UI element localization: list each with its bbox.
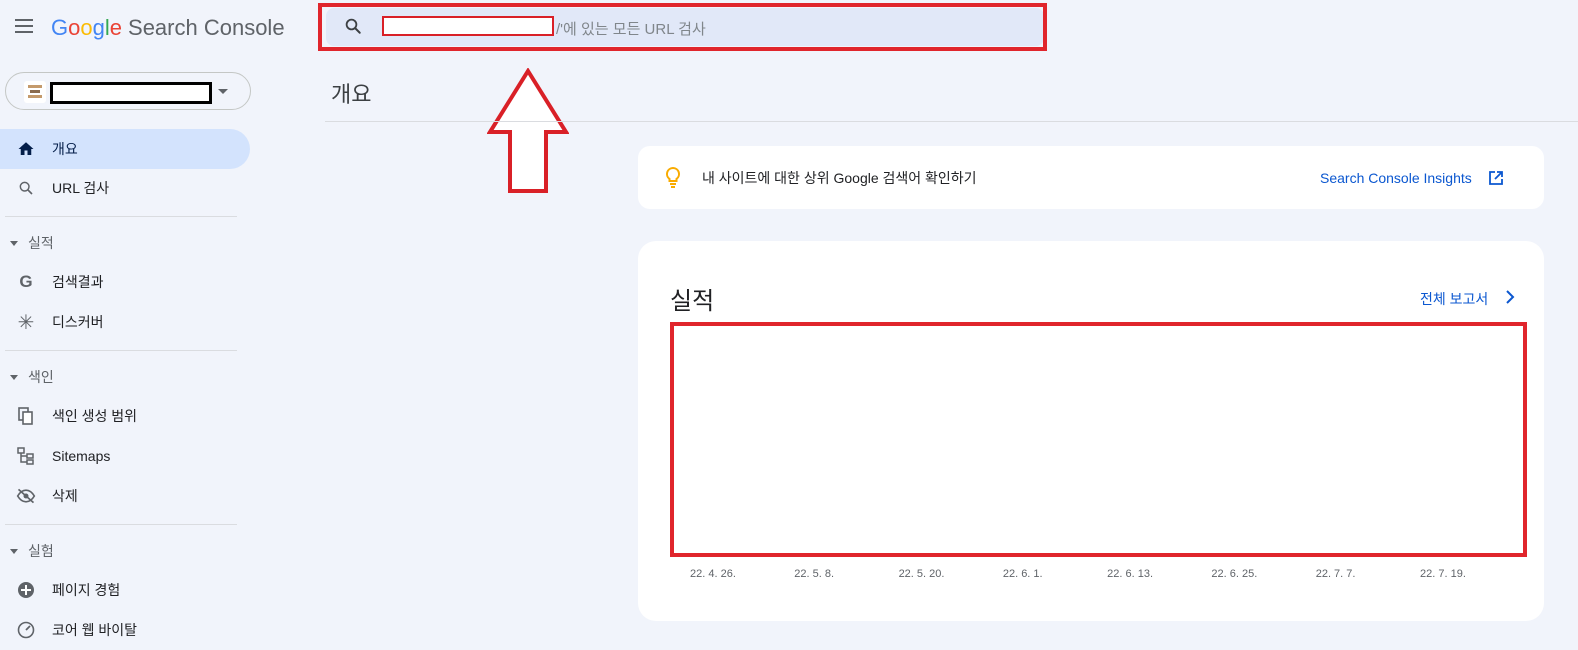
external-link-icon[interactable]	[1488, 170, 1504, 186]
sidebar-item-label: Sitemaps	[52, 448, 111, 464]
caret-down-icon	[10, 374, 18, 380]
google-logo: Google	[51, 15, 123, 40]
performance-chart-area	[670, 322, 1527, 557]
home-icon	[16, 139, 36, 159]
redacted-property-name	[50, 82, 212, 104]
sidebar-item-overview[interactable]: 개요	[0, 129, 250, 169]
search-icon	[16, 178, 36, 198]
full-report-link[interactable]: 전체 보고서	[1420, 289, 1488, 309]
x-tick-label: 22. 5. 8.	[794, 568, 835, 580]
google-g-icon: G	[19, 272, 33, 291]
sidebar-section-performance[interactable]: 실적	[0, 228, 240, 258]
eye-off-icon	[16, 486, 36, 506]
sidebar-divider	[5, 350, 237, 351]
performance-title: 실적	[670, 288, 715, 315]
x-tick-label: 22. 7. 19.	[1420, 568, 1466, 580]
sidebar-item-removals[interactable]: 삭제	[0, 476, 250, 516]
page-title: 개요	[331, 82, 372, 107]
annotation-up-arrow	[487, 68, 569, 193]
plus-circle-icon	[16, 580, 36, 600]
sidebar-divider	[5, 216, 237, 217]
sidebar-section-experience[interactable]: 실험	[0, 536, 240, 566]
caret-down-icon	[10, 548, 18, 554]
app-logo[interactable]: Google Search Console	[51, 14, 285, 42]
sidebar-item-label: 개요	[52, 141, 78, 157]
section-label: 실험	[28, 543, 54, 559]
sidebar-item-label: 색인 생성 범위	[52, 408, 138, 424]
sidebar-item-label: 삭제	[52, 488, 78, 504]
section-label: 실적	[28, 235, 54, 251]
gauge-icon	[16, 620, 36, 640]
caret-down-icon	[10, 240, 18, 246]
caret-down-icon[interactable]	[218, 89, 228, 94]
product-name: Search Console	[128, 15, 285, 40]
sidebar-section-index[interactable]: 색인	[0, 362, 240, 392]
search-console-insights-link[interactable]: Search Console Insights	[1320, 170, 1472, 186]
sidebar-item-coverage[interactable]: 색인 생성 범위	[0, 396, 250, 436]
asterisk-icon: ✳	[17, 311, 35, 334]
x-tick-label: 22. 4. 26.	[690, 568, 736, 580]
sitemap-icon	[16, 446, 36, 466]
x-tick-label: 22. 5. 20.	[898, 568, 945, 580]
site-favicon-icon	[24, 81, 46, 103]
sidebar-item-search-results[interactable]: G 검색결과	[0, 262, 250, 302]
sidebar-divider	[5, 524, 237, 525]
sidebar-item-label: 검색결과	[52, 274, 104, 290]
x-tick-label: 22. 6. 1.	[1002, 568, 1043, 580]
sidebar-item-page-experience[interactable]: 페이지 경험	[0, 570, 250, 610]
copy-pages-icon	[16, 406, 36, 426]
x-tick-label: 22. 6. 13.	[1107, 568, 1154, 580]
insights-text: 내 사이트에 대한 상위 Google 검색어 확인하기	[702, 170, 977, 186]
sidebar-item-label: URL 검사	[52, 180, 110, 196]
x-tick-label: 22. 7. 7.	[1315, 568, 1356, 580]
annotation-highlight-box	[318, 3, 1047, 51]
section-label: 색인	[28, 369, 54, 385]
sidebar-item-core-web-vitals[interactable]: 코어 웹 바이탈	[0, 610, 250, 650]
sidebar-item-url-inspection[interactable]: URL 검사	[0, 168, 250, 208]
main-menu-button[interactable]	[12, 14, 36, 38]
sidebar-item-label: 디스커버	[52, 314, 104, 330]
sidebar-item-label: 코어 웹 바이탈	[52, 622, 138, 638]
chevron-right-icon[interactable]	[1504, 290, 1516, 304]
x-tick-label: 22. 6. 25.	[1211, 568, 1258, 580]
sidebar-item-sitemaps[interactable]: Sitemaps	[0, 436, 250, 476]
sidebar-item-discover[interactable]: ✳ 디스커버	[0, 302, 250, 342]
title-divider	[325, 121, 1578, 122]
sidebar-item-label: 페이지 경험	[52, 582, 121, 598]
lightbulb-icon	[665, 166, 681, 188]
